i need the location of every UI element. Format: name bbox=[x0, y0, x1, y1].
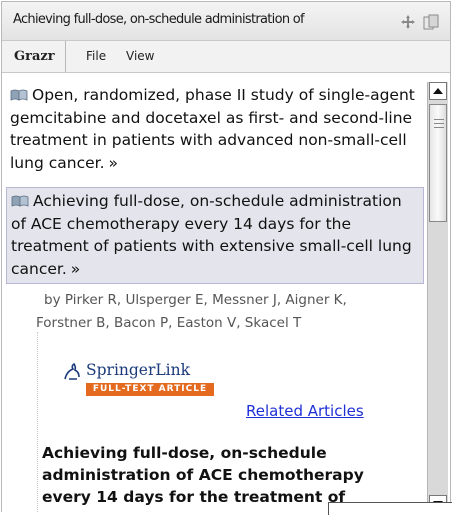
more-link[interactable]: » bbox=[71, 258, 80, 281]
grazr-menu[interactable]: Grazr bbox=[8, 41, 66, 72]
springerlink-logo[interactable]: SpringerLink FULL-TEXT ARTICLE bbox=[59, 361, 229, 401]
scroll-up-button[interactable] bbox=[429, 82, 447, 100]
authors-line: Forstner B, Bacon P, Easton V, Skacel T bbox=[36, 315, 302, 331]
feed-item-title: Open, randomized, phase II study of sing… bbox=[10, 86, 415, 172]
feed-item-selected[interactable]: Achieving full-dose, on-schedule adminis… bbox=[6, 187, 424, 284]
springerlink-name: SpringerLink bbox=[86, 361, 191, 379]
feed-content: Open, randomized, phase II study of sing… bbox=[2, 82, 426, 512]
authors-line: by Pirker R, Ulsperger E, Messner J, Aig… bbox=[44, 292, 347, 308]
article-title: Achieving full-dose, on-schedule adminis… bbox=[42, 444, 364, 506]
file-menu[interactable]: File bbox=[80, 41, 112, 72]
related-articles-link[interactable]: Related Articles bbox=[246, 402, 364, 420]
vertical-scrollbar[interactable] bbox=[427, 82, 448, 512]
full-text-badge: FULL-TEXT ARTICLE bbox=[86, 383, 214, 396]
feed-item-icon bbox=[10, 89, 28, 101]
view-menu[interactable]: View bbox=[120, 41, 160, 72]
divider bbox=[37, 332, 39, 512]
title-bar: Achieving full-dose, on-schedule adminis… bbox=[2, 2, 450, 41]
window-title: Achieving full-dose, on-schedule adminis… bbox=[13, 12, 305, 27]
article-authors: by Pirker R, Ulsperger E, Messner J, Aig… bbox=[2, 289, 426, 335]
menu-bar: Grazr File View bbox=[2, 41, 450, 73]
feed-item[interactable]: Open, randomized, phase II study of sing… bbox=[6, 82, 424, 187]
more-link[interactable]: » bbox=[109, 152, 118, 175]
arrow-up-icon bbox=[433, 88, 443, 94]
window-icon[interactable] bbox=[423, 14, 439, 30]
springer-horse-icon bbox=[64, 362, 80, 380]
scroll-thumb[interactable] bbox=[429, 104, 447, 222]
move-icon[interactable] bbox=[400, 14, 416, 30]
grazr-widget: Achieving full-dose, on-schedule adminis… bbox=[1, 1, 451, 512]
tooltip-frame bbox=[328, 502, 452, 515]
feed-item-icon bbox=[11, 195, 29, 207]
